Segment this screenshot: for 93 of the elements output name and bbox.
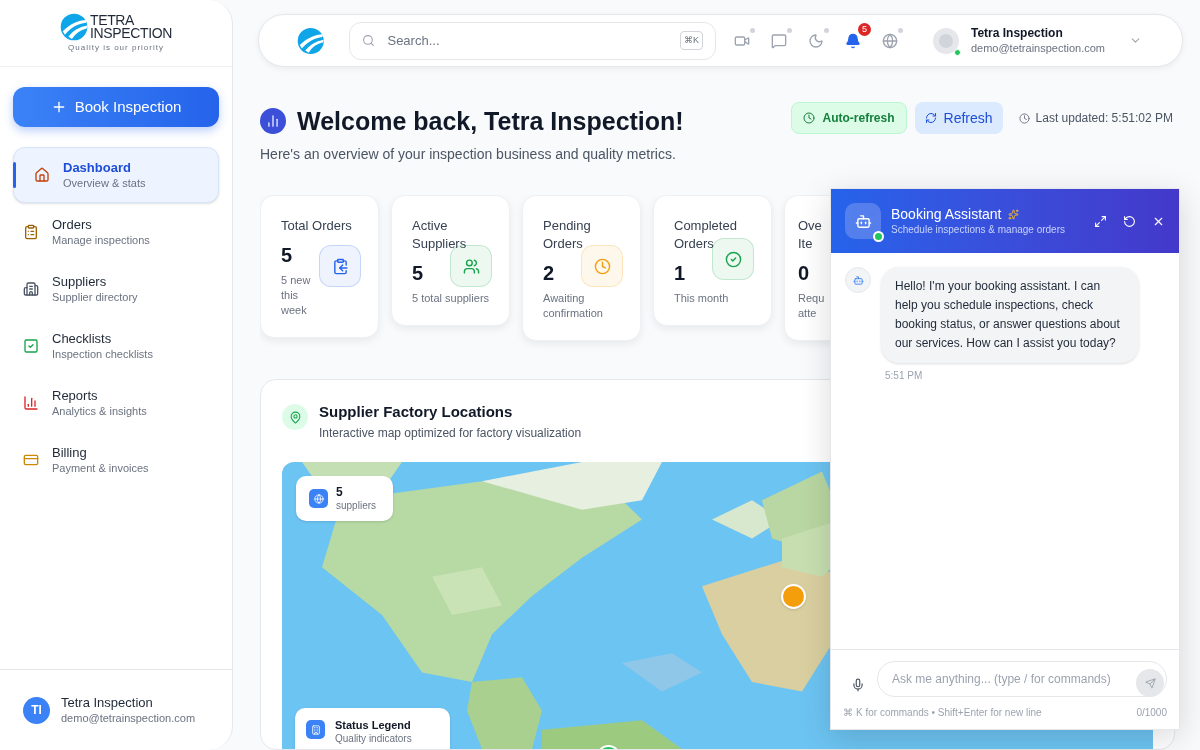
supplier-count: 5: [336, 485, 344, 499]
user-email: demo@tetrainspection.com: [61, 711, 196, 726]
stat-note: Awaiting confirmation: [543, 291, 604, 321]
message-field[interactable]: Ask me anything... (type / for commands): [892, 670, 1136, 688]
logo-tagline: Quality is our priority: [68, 41, 164, 54]
supplier-count-label: suppliers: [336, 499, 377, 512]
nav-item[interactable]: Reports Analytics & insights: [13, 375, 219, 431]
welcome-title: Welcome back, Tetra Inspection!: [297, 106, 684, 136]
notifications-icon[interactable]: [844, 32, 862, 49]
nav-item[interactable]: Checklists Inspection checklists: [13, 318, 219, 374]
stat-title: Ite: [798, 235, 813, 253]
logo-icon: [59, 12, 88, 41]
clock-icon: [1018, 112, 1030, 124]
chat-message: Hello! I'm your booking assistant. I can help you schedule inspections, check booking status, or answer questions about our services. How can I assist you today?: [881, 267, 1139, 363]
sparkles-icon: [1007, 208, 1019, 220]
nav-subtitle: Supplier directory: [52, 290, 138, 305]
logo-text: INSPECTION: [89, 26, 173, 40]
legend-title: Status Legend: [335, 718, 412, 732]
message-time: 5:51 PM: [885, 369, 924, 383]
map-title: Supplier Factory Locations: [319, 402, 514, 421]
auto-refresh-button[interactable]: Auto-refresh: [790, 102, 907, 134]
stat-title: Total Orders: [281, 217, 353, 235]
logo-icon: [297, 26, 325, 55]
nav-icon: [23, 224, 39, 240]
user-avatar[interactable]: [932, 27, 959, 54]
stat-note: atte: [798, 306, 817, 321]
nav-item[interactable]: Orders Manage inspections: [13, 204, 219, 260]
stat-value: 5: [412, 261, 424, 285]
nav-icon: [23, 281, 39, 297]
chart-icon: [260, 108, 286, 134]
location-icon: [309, 489, 328, 508]
nav-label: Orders: [52, 216, 93, 233]
nav-item[interactable]: Suppliers Supplier directory: [13, 261, 219, 317]
user-name: Tetra Inspection: [970, 25, 1064, 41]
search-field[interactable]: Search...: [387, 30, 668, 51]
user-email: demo@tetrainspection.com: [970, 41, 1105, 56]
search-icon: [362, 34, 376, 47]
legend-subtitle: Quality indicators: [335, 732, 412, 746]
nav-item[interactable]: Dashboard Overview & stats: [13, 147, 219, 203]
nav-label: Suppliers: [52, 273, 108, 290]
nav-item[interactable]: Billing Payment & invoices: [13, 432, 219, 488]
stat-value: 5: [281, 243, 293, 267]
chat-hint: K for commands • Shift+Enter for new line: [856, 706, 1042, 720]
nav-icon: [34, 167, 50, 183]
nav-label: Billing: [52, 444, 88, 461]
clock-icon: [802, 112, 815, 124]
stat-note: 5 total suppliers: [412, 291, 491, 306]
stat-note: This month: [674, 291, 730, 306]
nav-icon: [23, 395, 39, 411]
map-pin-icon: [282, 404, 308, 430]
nav-subtitle: Overview & stats: [63, 176, 146, 191]
book-inspection-button[interactable]: Book Inspection: [13, 87, 219, 127]
reset-icon[interactable]: [1123, 214, 1136, 228]
search-bar[interactable]: Search... ⌘K: [349, 21, 716, 60]
refresh-button[interactable]: Refresh: [914, 102, 1003, 134]
nav-subtitle: Inspection checklists: [52, 347, 153, 362]
stat-note: 5 new this week: [281, 273, 312, 318]
nav-label: Checklists: [52, 330, 113, 347]
stat-title: Pending Orders: [543, 217, 592, 253]
welcome-subtitle: Here's an overview of your inspection business and quality metrics.: [260, 145, 677, 164]
stat-title: Ove: [798, 217, 822, 235]
user-avatar: TI: [23, 696, 50, 724]
bot-icon: [845, 267, 871, 293]
stat-value: 1: [674, 261, 686, 285]
nav-subtitle: Analytics & insights: [52, 404, 147, 419]
chat-subtitle: Schedule inspections & manage orders: [891, 223, 1065, 237]
chat-title: Booking Assistant: [891, 205, 1002, 223]
last-updated: Last updated: 5:51:02 PM: [1035, 110, 1173, 127]
map-subtitle: Interactive map optimized for factory visualization: [319, 425, 582, 442]
active-indicator: [13, 162, 16, 188]
user-name: Tetra Inspection: [61, 694, 154, 711]
notification-count: 5: [857, 23, 871, 36]
logo-text: TETRA: [89, 13, 136, 27]
stat-title: Completed Orders: [674, 217, 738, 253]
nav-label: Reports: [52, 387, 99, 404]
character-counter: 0/1000: [1136, 706, 1167, 720]
shortcut-key: ⌘K: [679, 30, 703, 51]
stat-note: Requ: [798, 291, 825, 306]
send-icon[interactable]: [1136, 669, 1164, 697]
stat-value: 0: [798, 261, 810, 285]
nav-subtitle: Manage inspections: [52, 233, 150, 248]
stat-title: Active Suppliers: [412, 217, 468, 253]
robot-icon: [854, 212, 872, 230]
command-key: ⌘: [843, 705, 853, 720]
building-icon: [306, 720, 325, 739]
nav-icon: [23, 452, 39, 468]
nav-icon: [23, 338, 39, 354]
nav-subtitle: Payment & invoices: [52, 461, 149, 476]
nav-label: Dashboard: [63, 159, 132, 176]
expand-icon[interactable]: [1094, 214, 1107, 228]
stat-value: 2: [543, 261, 555, 285]
microphone-icon[interactable]: [851, 678, 865, 692]
refresh-icon: [924, 112, 937, 124]
